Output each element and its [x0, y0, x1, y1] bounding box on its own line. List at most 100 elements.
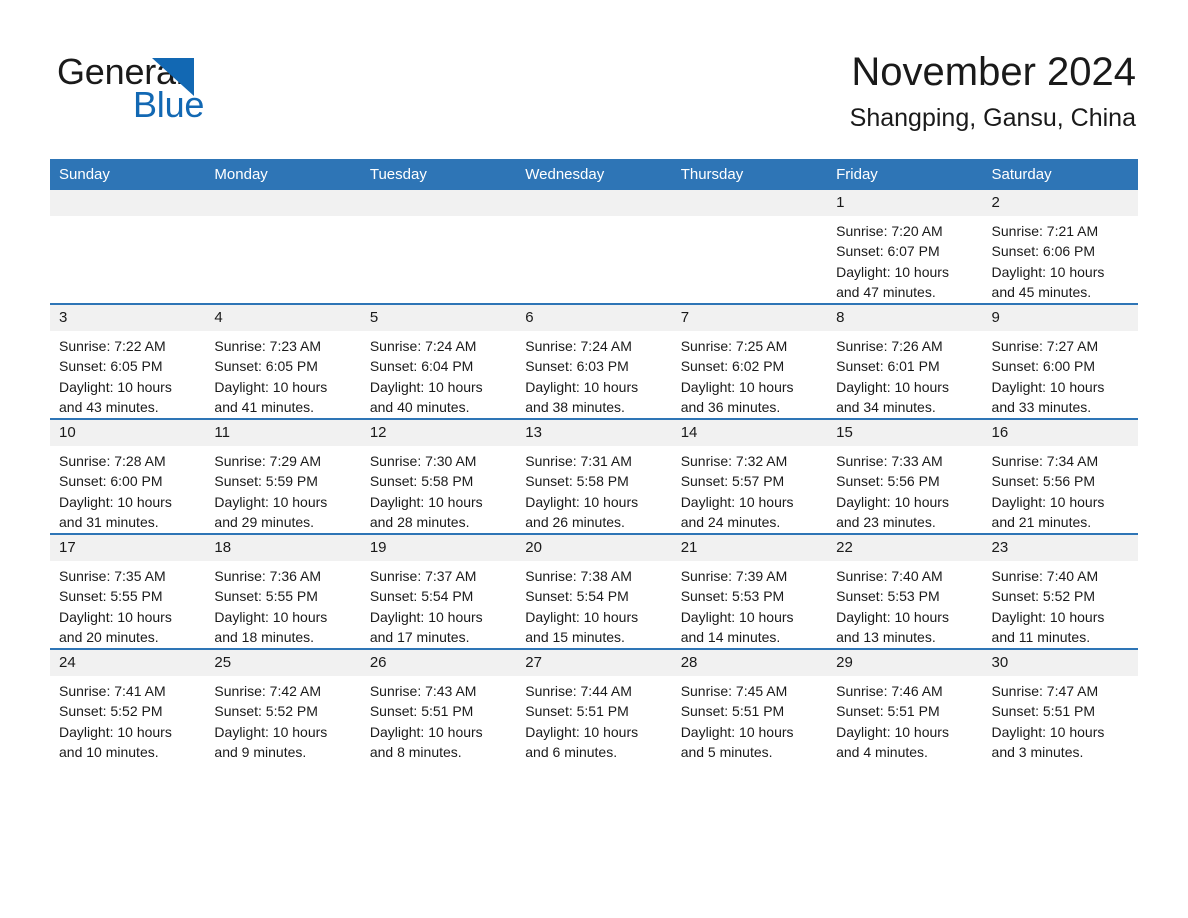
day-details: Sunrise: 7:34 AM Sunset: 5:56 PM Dayligh…	[983, 446, 1138, 532]
daylight-text: Daylight: 10 hours and 31 minutes.	[59, 493, 172, 530]
calendar-day-cell[interactable]: 21 Sunrise: 7:39 AM Sunset: 5:53 PM Dayl…	[671, 533, 828, 649]
calendar-day-cell[interactable]: 20 Sunrise: 7:38 AM Sunset: 5:54 PM Dayl…	[516, 533, 672, 649]
calendar-day-cell[interactable]: 7 Sunrise: 7:25 AM Sunset: 6:02 PM Dayli…	[671, 303, 828, 419]
daylight-text: Daylight: 10 hours and 38 minutes.	[525, 378, 639, 415]
calendar-day-cell[interactable]: 15 Sunrise: 7:33 AM Sunset: 5:56 PM Dayl…	[827, 418, 983, 534]
day-number: 1	[827, 190, 983, 216]
sunrise-text: Sunrise: 7:34 AM	[991, 453, 1099, 469]
day-number: 16	[982, 420, 1138, 446]
calendar-day-cell[interactable]: 19 Sunrise: 7:37 AM Sunset: 5:54 PM Dayl…	[360, 533, 517, 649]
calendar-day-cell[interactable]: 26 Sunrise: 7:43 AM Sunset: 5:51 PM Dayl…	[360, 648, 517, 763]
calendar-day-cell[interactable]: 28 Sunrise: 7:45 AM Sunset: 5:51 PM Dayl…	[671, 648, 828, 763]
calendar-day-cell[interactable]: 24 Sunrise: 7:41 AM Sunset: 5:52 PM Dayl…	[50, 648, 206, 763]
day-details: Sunrise: 7:42 AM Sunset: 5:52 PM Dayligh…	[205, 676, 360, 762]
daylight-text: Daylight: 10 hours and 4 minutes.	[836, 723, 949, 760]
daylight-text: Daylight: 10 hours and 26 minutes.	[525, 493, 639, 530]
calendar-day-cell[interactable]	[516, 190, 672, 304]
day-details: Sunrise: 7:41 AM Sunset: 5:52 PM Dayligh…	[50, 676, 205, 762]
weekday-header-tuesday: Tuesday	[360, 159, 517, 190]
day-number: 14	[671, 420, 828, 446]
sunset-text: Sunset: 5:55 PM	[59, 588, 163, 605]
weekday-header-saturday: Saturday	[982, 159, 1138, 190]
sunrise-text: Sunrise: 7:29 AM	[214, 453, 322, 469]
sunrise-text: Sunrise: 7:27 AM	[991, 338, 1099, 354]
day-details: Sunrise: 7:38 AM Sunset: 5:54 PM Dayligh…	[516, 561, 671, 647]
calendar-day-cell[interactable]: 5 Sunrise: 7:24 AM Sunset: 6:04 PM Dayli…	[360, 303, 517, 419]
daylight-text: Daylight: 10 hours and 36 minutes.	[680, 378, 794, 415]
day-number: 8	[827, 305, 983, 331]
day-details	[361, 216, 516, 221]
sunrise-text: Sunrise: 7:38 AM	[525, 568, 632, 584]
page-title: November 2024	[851, 50, 1136, 94]
calendar-day-cell[interactable]: 17 Sunrise: 7:35 AM Sunset: 5:55 PM Dayl…	[50, 533, 206, 649]
calendar-day-cell[interactable]: 10 Sunrise: 7:28 AM Sunset: 6:00 PM Dayl…	[50, 418, 206, 534]
calendar-day-cell[interactable]	[360, 190, 517, 304]
day-details: Sunrise: 7:22 AM Sunset: 6:05 PM Dayligh…	[50, 331, 205, 417]
day-number: 29	[827, 650, 983, 676]
day-details: Sunrise: 7:24 AM Sunset: 6:03 PM Dayligh…	[516, 331, 671, 417]
calendar-day-cell[interactable]: 29 Sunrise: 7:46 AM Sunset: 5:51 PM Dayl…	[827, 648, 983, 763]
calendar-week-row: 1 Sunrise: 7:20 AM Sunset: 6:07 PM Dayli…	[50, 190, 1138, 304]
day-number: 11	[205, 420, 361, 446]
sunrise-text: Sunrise: 7:31 AM	[525, 453, 632, 469]
calendar-day-cell[interactable]: 11 Sunrise: 7:29 AM Sunset: 5:59 PM Dayl…	[205, 418, 361, 534]
calendar-day-cell[interactable]: 14 Sunrise: 7:32 AM Sunset: 5:57 PM Dayl…	[671, 418, 828, 534]
calendar-day-cell[interactable]: 18 Sunrise: 7:36 AM Sunset: 5:55 PM Dayl…	[205, 533, 361, 649]
calendar-day-cell[interactable]: 3 Sunrise: 7:22 AM Sunset: 6:05 PM Dayli…	[50, 303, 206, 419]
daylight-text: Daylight: 10 hours and 23 minutes.	[836, 493, 949, 530]
day-number: 26	[360, 650, 517, 676]
calendar-day-cell[interactable]: 12 Sunrise: 7:30 AM Sunset: 5:58 PM Dayl…	[360, 418, 517, 534]
brand-name-blue: Blue	[133, 84, 205, 125]
calendar-day-cell[interactable]: 6 Sunrise: 7:24 AM Sunset: 6:03 PM Dayli…	[516, 303, 672, 419]
calendar-day-cell[interactable]: 13 Sunrise: 7:31 AM Sunset: 5:58 PM Dayl…	[516, 418, 672, 534]
calendar-day-cell[interactable]	[205, 190, 361, 304]
sunset-text: Sunset: 5:52 PM	[214, 703, 318, 720]
calendar-day-cell[interactable]: 16 Sunrise: 7:34 AM Sunset: 5:56 PM Dayl…	[982, 418, 1138, 534]
day-number	[516, 190, 672, 216]
calendar-day-cell[interactable]: 4 Sunrise: 7:23 AM Sunset: 6:05 PM Dayli…	[205, 303, 361, 419]
day-details: Sunrise: 7:47 AM Sunset: 5:51 PM Dayligh…	[983, 676, 1138, 762]
sunrise-text: Sunrise: 7:28 AM	[59, 453, 166, 469]
day-number: 24	[50, 650, 206, 676]
calendar-day-cell[interactable]	[671, 190, 828, 304]
sunset-text: Sunset: 5:51 PM	[991, 703, 1096, 720]
calendar-day-cell[interactable]: 23 Sunrise: 7:40 AM Sunset: 5:52 PM Dayl…	[982, 533, 1138, 649]
sunset-text: Sunset: 6:06 PM	[991, 243, 1096, 260]
sunset-text: Sunset: 5:58 PM	[525, 473, 629, 490]
day-number: 4	[205, 305, 361, 331]
daylight-text: Daylight: 10 hours and 29 minutes.	[214, 493, 328, 530]
weekday-header-monday: Monday	[205, 159, 361, 190]
day-number: 27	[516, 650, 672, 676]
day-details: Sunrise: 7:39 AM Sunset: 5:53 PM Dayligh…	[672, 561, 827, 647]
daylight-text: Daylight: 10 hours and 33 minutes.	[991, 378, 1105, 415]
calendar-week-row: 10 Sunrise: 7:28 AM Sunset: 6:00 PM Dayl…	[50, 418, 1138, 534]
daylight-text: Daylight: 10 hours and 41 minutes.	[214, 378, 328, 415]
weekday-header-thursday: Thursday	[671, 159, 828, 190]
sunset-text: Sunset: 6:05 PM	[214, 358, 318, 375]
calendar-day-cell[interactable]: 2 Sunrise: 7:21 AM Sunset: 6:06 PM Dayli…	[982, 190, 1138, 304]
day-number: 30	[982, 650, 1138, 676]
weekday-header-sunday: Sunday	[50, 159, 206, 190]
day-number: 6	[516, 305, 672, 331]
calendar-day-cell[interactable]	[50, 190, 206, 304]
sunrise-text: Sunrise: 7:33 AM	[836, 453, 943, 469]
brand-logo[interactable]: General Blue	[57, 52, 357, 132]
sunset-text: Sunset: 5:55 PM	[214, 588, 318, 605]
calendar-day-cell[interactable]: 25 Sunrise: 7:42 AM Sunset: 5:52 PM Dayl…	[205, 648, 361, 763]
calendar-day-cell[interactable]: 9 Sunrise: 7:27 AM Sunset: 6:00 PM Dayli…	[982, 303, 1138, 419]
sunset-text: Sunset: 5:56 PM	[836, 473, 940, 490]
daylight-text: Daylight: 10 hours and 24 minutes.	[680, 493, 794, 530]
day-details: Sunrise: 7:20 AM Sunset: 6:07 PM Dayligh…	[827, 216, 982, 302]
calendar-day-cell[interactable]: 22 Sunrise: 7:40 AM Sunset: 5:53 PM Dayl…	[827, 533, 983, 649]
daylight-text: Daylight: 10 hours and 8 minutes.	[369, 723, 483, 760]
calendar-day-cell[interactable]: 1 Sunrise: 7:20 AM Sunset: 6:07 PM Dayli…	[827, 190, 983, 304]
sunset-text: Sunset: 5:53 PM	[836, 588, 940, 605]
calendar-day-cell[interactable]: 30 Sunrise: 7:47 AM Sunset: 5:51 PM Dayl…	[982, 648, 1138, 763]
day-details: Sunrise: 7:27 AM Sunset: 6:00 PM Dayligh…	[983, 331, 1138, 417]
sunrise-text: Sunrise: 7:44 AM	[525, 683, 632, 699]
sunset-text: Sunset: 5:59 PM	[214, 473, 318, 490]
sunrise-text: Sunrise: 7:45 AM	[680, 683, 788, 699]
calendar-day-cell[interactable]: 27 Sunrise: 7:44 AM Sunset: 5:51 PM Dayl…	[516, 648, 672, 763]
calendar-day-cell[interactable]: 8 Sunrise: 7:26 AM Sunset: 6:01 PM Dayli…	[827, 303, 983, 419]
sunrise-text: Sunrise: 7:32 AM	[680, 453, 788, 469]
